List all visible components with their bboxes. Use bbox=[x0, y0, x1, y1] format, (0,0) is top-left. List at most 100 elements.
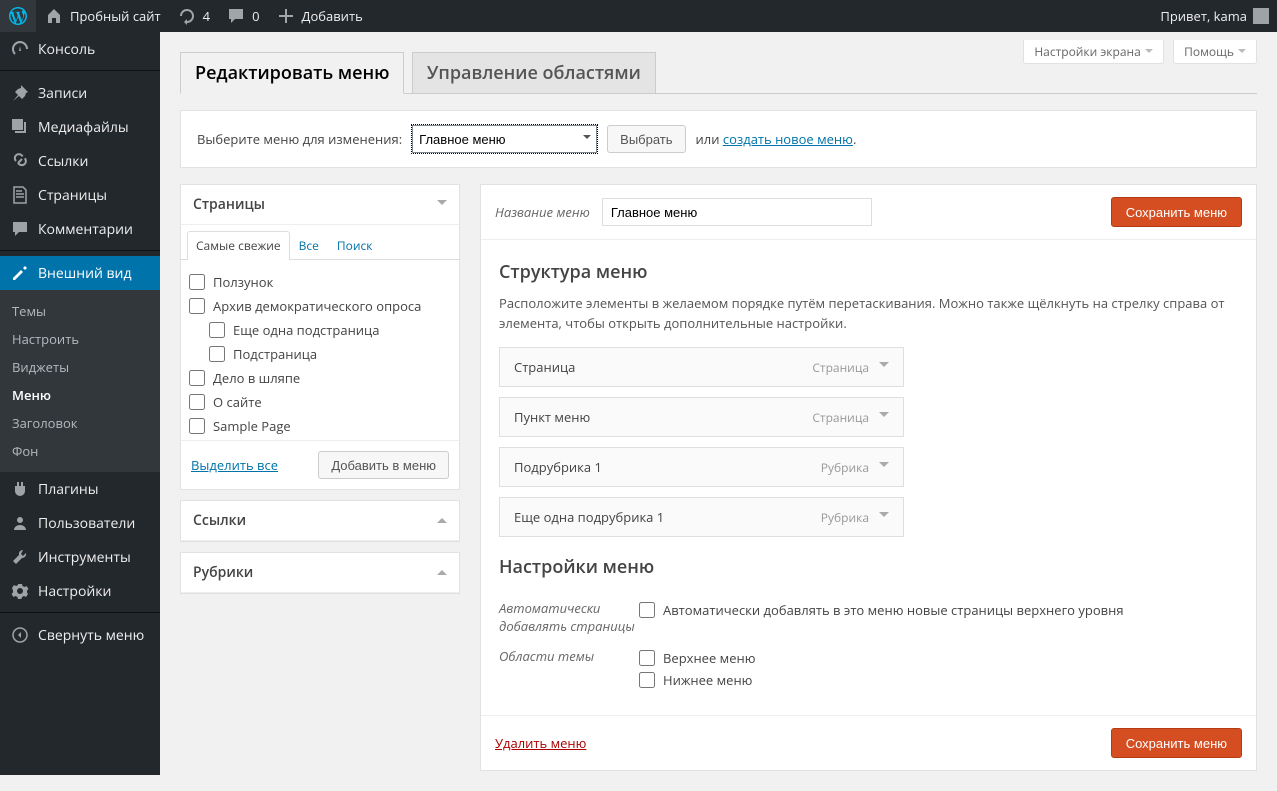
auto-add-checkbox[interactable] bbox=[639, 602, 655, 618]
location-top-checkbox[interactable] bbox=[639, 650, 655, 666]
nav-media[interactable]: Медиафайлы bbox=[0, 110, 160, 144]
categories-metabox: Рубрики bbox=[180, 552, 460, 594]
screen-options-button[interactable]: Настройки экрана bbox=[1023, 40, 1163, 64]
page-checkbox-item[interactable]: Архив демократического опроса bbox=[189, 294, 451, 318]
greeting: Привет, kama bbox=[1160, 7, 1247, 25]
comments-link[interactable]: 0 bbox=[218, 0, 267, 32]
chevron-down-icon bbox=[1238, 49, 1246, 57]
pages-metabox-toggle[interactable]: Страницы bbox=[181, 185, 459, 225]
page-icon bbox=[10, 185, 30, 205]
help-button[interactable]: Помощь bbox=[1173, 40, 1257, 64]
page-checkbox-item[interactable]: Ползунок bbox=[189, 270, 451, 294]
structure-description: Расположите элементы в желаемом порядке … bbox=[499, 294, 1238, 333]
tab-manage-locations[interactable]: Управление областями bbox=[412, 52, 656, 94]
media-icon bbox=[10, 117, 30, 137]
comment-icon bbox=[226, 6, 246, 26]
page-checkbox-item[interactable]: Еще одна подстраница bbox=[189, 318, 451, 342]
page-checkbox-item[interactable]: О сайте bbox=[189, 390, 451, 414]
avatar bbox=[1253, 8, 1269, 24]
nav-links[interactable]: Ссылки bbox=[0, 144, 160, 178]
page-checkbox-item[interactable]: Дело в шляпе bbox=[189, 366, 451, 390]
location-bottom-checkbox[interactable] bbox=[639, 672, 655, 688]
menu-name-input[interactable] bbox=[602, 198, 872, 226]
tab-all[interactable]: Все bbox=[290, 231, 328, 259]
sub-widgets[interactable]: Виджеты bbox=[0, 353, 160, 381]
delete-menu-link[interactable]: Удалить меню bbox=[495, 734, 586, 752]
chevron-down-icon bbox=[879, 362, 889, 372]
settings-heading: Настройки меню bbox=[499, 555, 1238, 579]
tab-search[interactable]: Поиск bbox=[328, 231, 382, 259]
plus-icon bbox=[276, 6, 296, 26]
collapse-menu[interactable]: Свернуть меню bbox=[0, 618, 160, 652]
menu-name-label: Название меню bbox=[495, 203, 590, 221]
page-checkbox[interactable] bbox=[209, 322, 225, 338]
tab-recent[interactable]: Самые свежие bbox=[187, 231, 290, 260]
nav-appearance[interactable]: Внешний вид bbox=[0, 256, 160, 290]
menu-structure-item[interactable]: Пункт менюСтраница bbox=[499, 397, 904, 437]
nav-comments[interactable]: Комментарии bbox=[0, 212, 160, 246]
add-to-menu-button[interactable]: Добавить в меню bbox=[318, 451, 449, 479]
nav-plugins[interactable]: Плагины bbox=[0, 472, 160, 506]
plugin-icon bbox=[10, 479, 30, 499]
collapse-icon bbox=[10, 625, 30, 645]
add-new-link[interactable]: Добавить bbox=[268, 0, 371, 32]
page-checkbox[interactable] bbox=[189, 298, 205, 314]
appearance-submenu: Темы Настроить Виджеты Меню Заголовок Фо… bbox=[0, 290, 160, 472]
sub-customize[interactable]: Настроить bbox=[0, 325, 160, 353]
home-icon bbox=[44, 6, 64, 26]
page-checkbox[interactable] bbox=[189, 370, 205, 386]
categories-metabox-toggle[interactable]: Рубрики bbox=[181, 553, 459, 593]
page-checkbox[interactable] bbox=[189, 418, 205, 434]
chevron-down-icon bbox=[437, 565, 447, 575]
nav-settings[interactable]: Настройки bbox=[0, 574, 160, 608]
save-menu-button-bottom[interactable]: Сохранить меню bbox=[1111, 728, 1242, 758]
pin-icon bbox=[10, 83, 30, 103]
menu-select[interactable]: Главное меню bbox=[412, 125, 597, 153]
locations-label: Области темы bbox=[499, 647, 639, 691]
updates-count: 4 bbox=[203, 7, 210, 25]
save-menu-button-top[interactable]: Сохранить меню bbox=[1111, 197, 1242, 227]
nav-dashboard[interactable]: Консоль bbox=[0, 32, 160, 66]
sub-background[interactable]: Фон bbox=[0, 437, 160, 465]
my-account[interactable]: Привет, kama bbox=[1152, 0, 1277, 32]
update-icon bbox=[177, 6, 197, 26]
updates-link[interactable]: 4 bbox=[169, 0, 218, 32]
nav-users[interactable]: Пользователи bbox=[0, 506, 160, 540]
pages-list[interactable]: ПолзунокАрхив демократического опросаЕще… bbox=[181, 260, 459, 440]
menu-structure-item[interactable]: СтраницаСтраница bbox=[499, 347, 904, 387]
sub-menus[interactable]: Меню bbox=[0, 381, 160, 409]
page-checkbox-item[interactable]: Подстраница bbox=[189, 342, 451, 366]
chevron-up-icon bbox=[437, 200, 447, 210]
links-metabox: Ссылки bbox=[180, 500, 460, 542]
chevron-down-icon bbox=[1145, 49, 1153, 57]
page-checkbox[interactable] bbox=[189, 394, 205, 410]
choose-button[interactable]: Выбрать bbox=[607, 125, 685, 153]
page-checkbox[interactable] bbox=[209, 346, 225, 362]
appearance-icon bbox=[10, 263, 30, 283]
sub-themes[interactable]: Темы bbox=[0, 297, 160, 325]
nav-pages[interactable]: Страницы bbox=[0, 178, 160, 212]
create-new-menu-link[interactable]: создать новое меню bbox=[723, 130, 853, 148]
sub-header[interactable]: Заголовок bbox=[0, 409, 160, 437]
nav-posts[interactable]: Записи bbox=[0, 76, 160, 110]
select-all-link[interactable]: Выделить все bbox=[191, 456, 278, 474]
menu-structure-item[interactable]: Подрубрика 1Рубрика bbox=[499, 447, 904, 487]
menu-structure-item[interactable]: Еще одна подрубрика 1Рубрика bbox=[499, 497, 904, 537]
location-top-option[interactable]: Верхнее меню bbox=[639, 647, 756, 669]
chevron-down-icon bbox=[879, 412, 889, 422]
location-bottom-option[interactable]: Нижнее меню bbox=[639, 669, 756, 691]
nav-tools[interactable]: Инструменты bbox=[0, 540, 160, 574]
structure-heading: Структура меню bbox=[499, 260, 1238, 284]
tab-edit-menus[interactable]: Редактировать меню bbox=[180, 52, 404, 94]
chevron-down-icon bbox=[879, 462, 889, 472]
link-icon bbox=[10, 151, 30, 171]
links-metabox-toggle[interactable]: Ссылки bbox=[181, 501, 459, 541]
chevron-down-icon bbox=[437, 513, 447, 523]
site-name-link[interactable]: Пробный сайт bbox=[36, 0, 169, 32]
auto-add-option[interactable]: Автоматически добавлять в это меню новые… bbox=[639, 599, 1124, 621]
select-menu-label: Выберите меню для изменения: bbox=[197, 130, 402, 148]
page-checkbox[interactable] bbox=[189, 274, 205, 290]
page-checkbox-item[interactable]: Sample Page bbox=[189, 414, 451, 438]
wp-logo[interactable] bbox=[0, 0, 36, 32]
comments-icon bbox=[10, 219, 30, 239]
